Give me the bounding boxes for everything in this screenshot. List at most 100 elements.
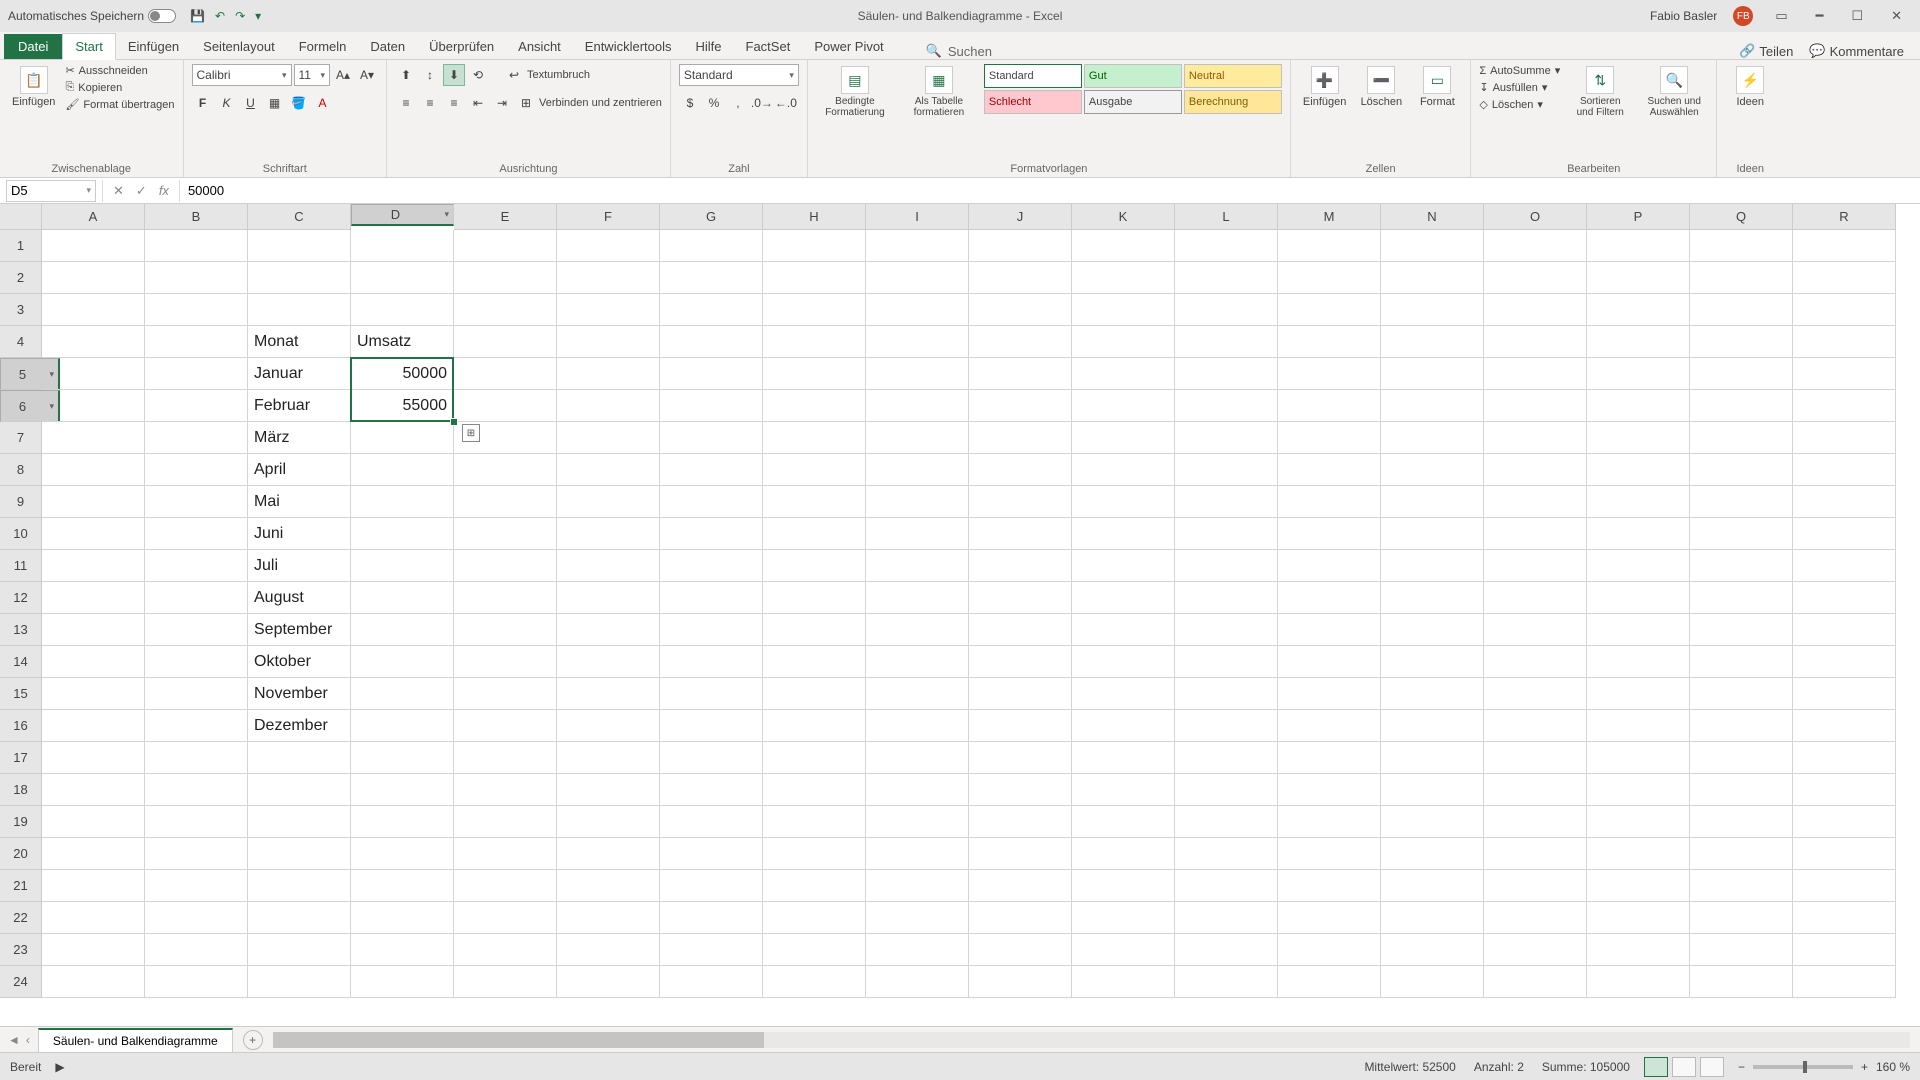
- cell[interactable]: [763, 358, 866, 390]
- cell[interactable]: [145, 678, 248, 710]
- cell[interactable]: [1587, 326, 1690, 358]
- cell[interactable]: [1175, 806, 1278, 838]
- italic-button[interactable]: K: [216, 92, 238, 114]
- cell[interactable]: [351, 774, 454, 806]
- cell[interactable]: [1072, 262, 1175, 294]
- cell[interactable]: [1484, 614, 1587, 646]
- cell[interactable]: [1690, 806, 1793, 838]
- clear-button[interactable]: ◇ Löschen ▾: [1479, 98, 1560, 111]
- cell[interactable]: [1381, 902, 1484, 934]
- align-center-icon[interactable]: ≡: [419, 92, 441, 114]
- enter-formula-icon[interactable]: ✓: [136, 183, 147, 199]
- cell[interactable]: [1587, 646, 1690, 678]
- cell[interactable]: [660, 678, 763, 710]
- cell[interactable]: [248, 806, 351, 838]
- style-standard[interactable]: Standard: [984, 64, 1082, 88]
- cell[interactable]: [1381, 358, 1484, 390]
- cell[interactable]: [1587, 966, 1690, 998]
- cell[interactable]: [557, 934, 660, 966]
- cell[interactable]: [1690, 390, 1793, 422]
- cell[interactable]: [763, 870, 866, 902]
- undo-icon[interactable]: ↶: [215, 9, 225, 23]
- cell[interactable]: [1072, 678, 1175, 710]
- column-header[interactable]: K: [1072, 204, 1175, 230]
- cell[interactable]: [1484, 774, 1587, 806]
- cell[interactable]: Umsatz: [351, 326, 454, 358]
- cell[interactable]: [660, 774, 763, 806]
- cell[interactable]: [145, 742, 248, 774]
- row-header[interactable]: 21: [0, 870, 42, 902]
- cell[interactable]: [145, 262, 248, 294]
- cancel-formula-icon[interactable]: ✕: [113, 183, 124, 199]
- comma-icon[interactable]: ,: [727, 92, 749, 114]
- cell[interactable]: [454, 326, 557, 358]
- number-format-select[interactable]: Standard: [679, 64, 799, 86]
- cell[interactable]: [969, 390, 1072, 422]
- cell[interactable]: [42, 262, 145, 294]
- cell[interactable]: [145, 390, 248, 422]
- row-header[interactable]: 18: [0, 774, 42, 806]
- row-header[interactable]: 2: [0, 262, 42, 294]
- cell[interactable]: [1278, 582, 1381, 614]
- cell[interactable]: [1793, 678, 1896, 710]
- cell[interactable]: [1690, 326, 1793, 358]
- row-header[interactable]: 23: [0, 934, 42, 966]
- cell[interactable]: [1793, 230, 1896, 262]
- cell[interactable]: [660, 582, 763, 614]
- decrease-font-icon[interactable]: A▾: [356, 64, 378, 86]
- cell[interactable]: [1793, 646, 1896, 678]
- column-header[interactable]: R: [1793, 204, 1896, 230]
- cell[interactable]: [1175, 966, 1278, 998]
- cell[interactable]: [866, 934, 969, 966]
- cell[interactable]: [1175, 870, 1278, 902]
- tab-factset[interactable]: FactSet: [734, 34, 803, 59]
- tab-data[interactable]: Daten: [358, 34, 417, 59]
- cell[interactable]: [1587, 294, 1690, 326]
- row-header[interactable]: 19: [0, 806, 42, 838]
- cell[interactable]: [1793, 390, 1896, 422]
- row-header[interactable]: 4: [0, 326, 42, 358]
- row-header[interactable]: 15: [0, 678, 42, 710]
- cell[interactable]: [969, 966, 1072, 998]
- cell[interactable]: [1175, 422, 1278, 454]
- cell[interactable]: [351, 550, 454, 582]
- column-header[interactable]: C: [248, 204, 351, 230]
- align-right-icon[interactable]: ≡: [443, 92, 465, 114]
- cell[interactable]: [42, 614, 145, 646]
- cell[interactable]: [351, 742, 454, 774]
- cell[interactable]: [454, 870, 557, 902]
- spreadsheet-grid[interactable]: ABCDEFGHIJKLMNOPQR 123456789101112131415…: [0, 204, 1920, 1016]
- user-avatar[interactable]: FB: [1733, 6, 1753, 26]
- cell[interactable]: [557, 966, 660, 998]
- cell[interactable]: [1278, 678, 1381, 710]
- format-as-table-button[interactable]: ▦Als Tabelle formatieren: [900, 64, 978, 120]
- cell[interactable]: [969, 518, 1072, 550]
- cell[interactable]: Januar: [248, 358, 351, 390]
- cell[interactable]: [1072, 486, 1175, 518]
- cell[interactable]: [42, 934, 145, 966]
- cell[interactable]: [145, 870, 248, 902]
- cell[interactable]: [1793, 422, 1896, 454]
- cell[interactable]: [866, 262, 969, 294]
- cell[interactable]: [1072, 614, 1175, 646]
- cell[interactable]: [1690, 646, 1793, 678]
- fx-icon[interactable]: fx: [159, 183, 169, 198]
- maximize-icon[interactable]: ☐: [1845, 8, 1869, 24]
- cell[interactable]: [1175, 518, 1278, 550]
- cell[interactable]: [1484, 326, 1587, 358]
- cell[interactable]: [145, 422, 248, 454]
- cell[interactable]: [351, 422, 454, 454]
- cell[interactable]: [1278, 870, 1381, 902]
- cell[interactable]: [1072, 902, 1175, 934]
- cell[interactable]: [557, 358, 660, 390]
- border-button[interactable]: ▦: [264, 92, 286, 114]
- cell[interactable]: [1587, 710, 1690, 742]
- cell[interactable]: [969, 934, 1072, 966]
- cell[interactable]: [969, 454, 1072, 486]
- cell[interactable]: [1072, 806, 1175, 838]
- style-output[interactable]: Ausgabe: [1084, 90, 1182, 114]
- cell[interactable]: [351, 902, 454, 934]
- cell[interactable]: [1175, 390, 1278, 422]
- cell[interactable]: [1175, 326, 1278, 358]
- cell[interactable]: [1587, 454, 1690, 486]
